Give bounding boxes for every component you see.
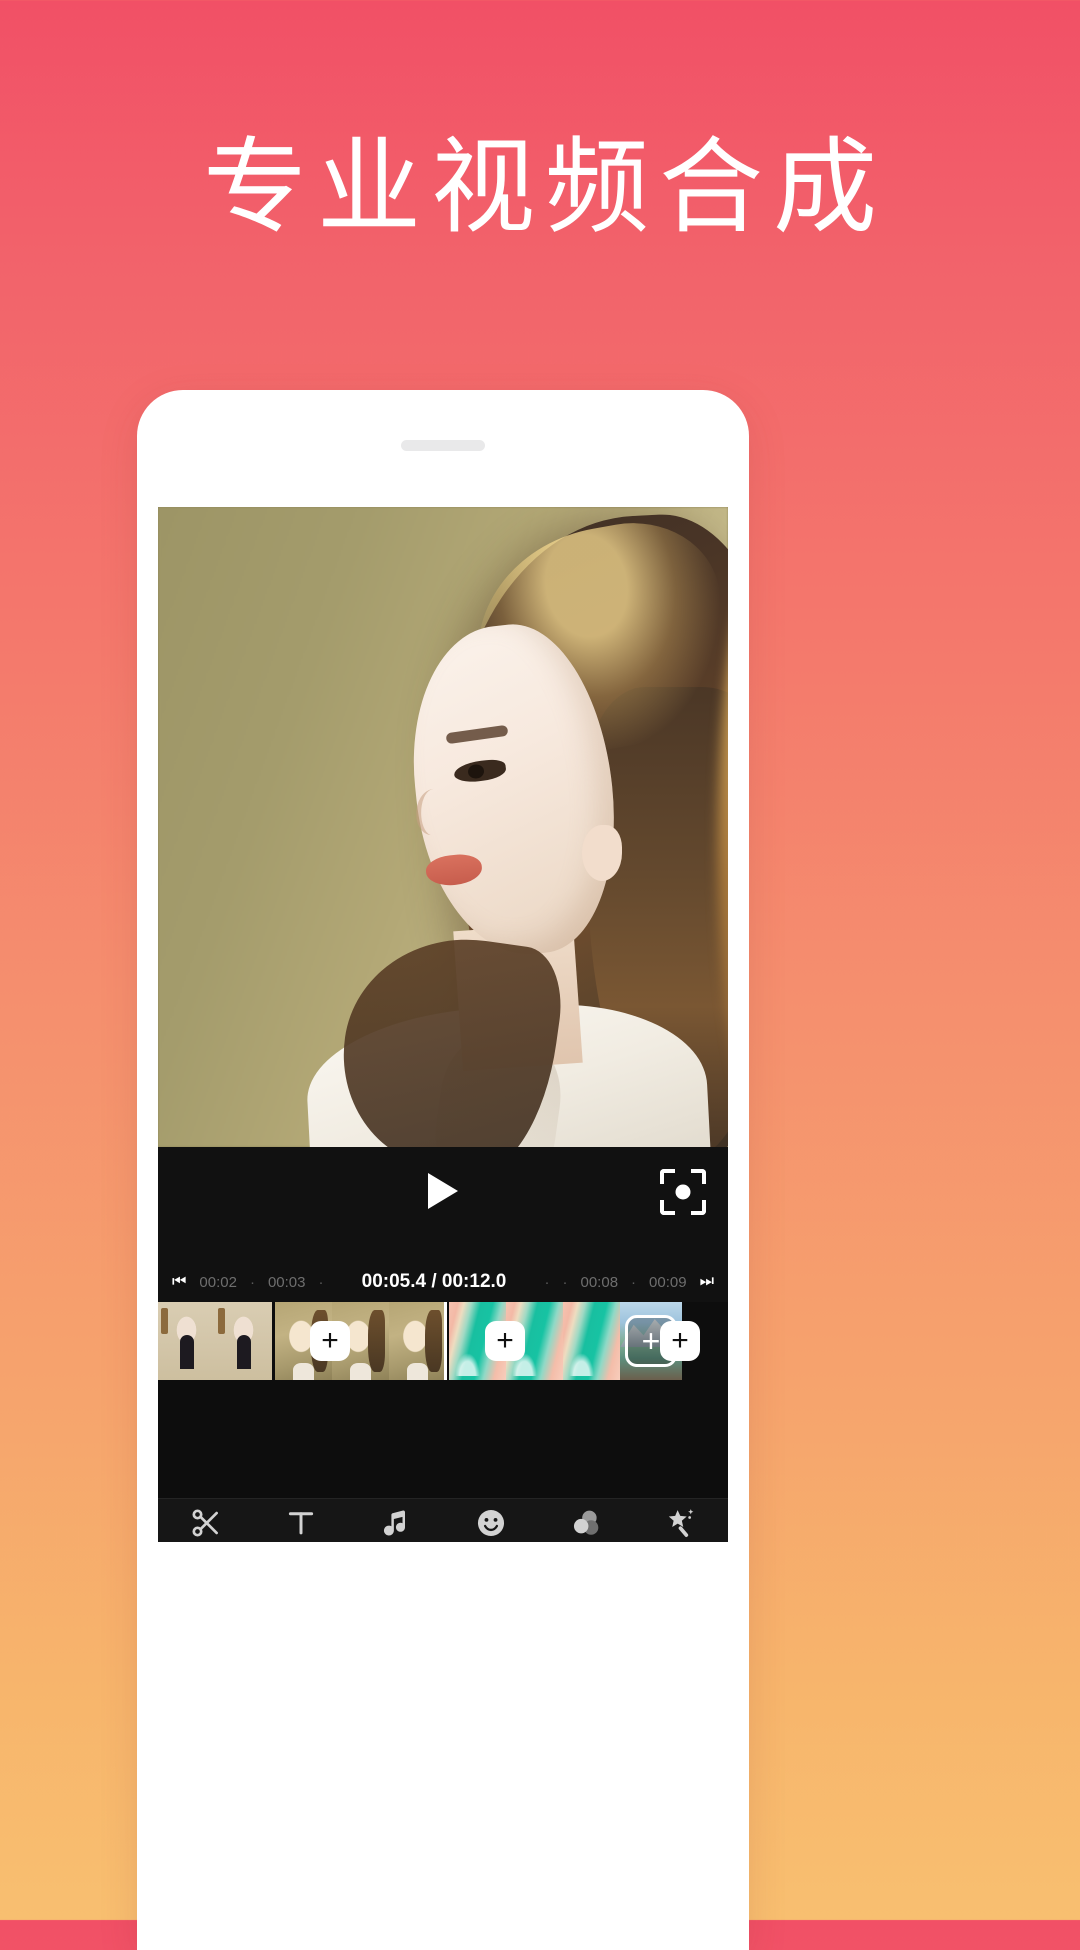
sticker-smiley-icon	[474, 1506, 508, 1540]
ruler-dot: ·	[562, 1273, 568, 1291]
skip-to-end-icon[interactable]: ⏭	[700, 1273, 714, 1291]
tool-filter[interactable]: 滤镜	[538, 1506, 633, 1543]
text-icon	[284, 1506, 318, 1540]
magic-wand-star-icon	[664, 1506, 698, 1540]
clip-thumbnail	[389, 1302, 446, 1380]
editor-toolbar: 剪辑 文字 声音	[158, 1498, 728, 1542]
ruler-tick-left-0: 00:02	[199, 1273, 237, 1291]
tool-text[interactable]: 文字	[253, 1506, 348, 1543]
ruler-dot: ·	[544, 1273, 550, 1291]
music-note-icon	[379, 1506, 413, 1540]
time-display: 00:05.4 / 00:12.0	[361, 1271, 507, 1292]
clip-thumbnail	[215, 1302, 272, 1380]
timeline-clip-2[interactable]	[275, 1302, 446, 1380]
playhead[interactable]	[444, 1302, 447, 1380]
ruler-tick-right-0: 00:08	[580, 1273, 619, 1291]
fullscreen-corner-bl	[660, 1200, 675, 1215]
timeline-ruler: ⏮ 00:02 · 00:03 · 00:05.4 / 00:12.0 · · …	[158, 1262, 728, 1302]
timeline-clip-1[interactable]	[158, 1302, 272, 1380]
ruler-tick-left-1: 00:03	[267, 1273, 306, 1291]
earpiece-speaker-icon	[401, 440, 485, 451]
add-transition-button-3[interactable]: +	[660, 1321, 700, 1361]
fullscreen-icon[interactable]	[660, 1169, 706, 1215]
ruler-tick-right-1: 00:09	[649, 1273, 687, 1291]
ruler-dot: ·	[249, 1273, 255, 1291]
player-control-bar	[158, 1147, 728, 1262]
video-preview[interactable]	[158, 507, 728, 1147]
phone-mockup: ⏮ 00:02 · 00:03 · 00:05.4 / 00:12.0 · · …	[137, 390, 749, 1950]
play-icon[interactable]	[428, 1173, 458, 1209]
page-title: 专业视频合成	[202, 126, 887, 248]
timeline-clip-3[interactable]	[449, 1302, 620, 1380]
filter-circles-icon	[569, 1506, 603, 1540]
tool-trim[interactable]: 剪辑	[158, 1506, 253, 1543]
fullscreen-corner-tr	[691, 1169, 706, 1184]
fullscreen-center-dot	[675, 1184, 691, 1200]
timeline-track[interactable]: + + + +	[158, 1302, 728, 1380]
fullscreen-corner-br	[691, 1200, 706, 1215]
scissors-icon	[189, 1506, 223, 1540]
skip-to-start-icon[interactable]: ⏮	[172, 1273, 186, 1291]
clip-thumbnail	[158, 1302, 215, 1380]
tool-effects[interactable]: 特效	[633, 1506, 728, 1543]
fullscreen-corner-tl	[660, 1169, 675, 1184]
tool-audio[interactable]: 声音	[348, 1506, 443, 1543]
timeline-empty-area	[158, 1380, 728, 1498]
add-transition-button-1[interactable]: +	[310, 1321, 350, 1361]
add-transition-button-2[interactable]: +	[485, 1321, 525, 1361]
clip-thumbnail	[563, 1302, 620, 1380]
ruler-dot: ·	[631, 1273, 637, 1291]
tool-sticker[interactable]: 贴纸	[443, 1506, 538, 1543]
app-screen: ⏮ 00:02 · 00:03 · 00:05.4 / 00:12.0 · · …	[158, 507, 728, 1542]
subject-ear	[582, 825, 622, 881]
